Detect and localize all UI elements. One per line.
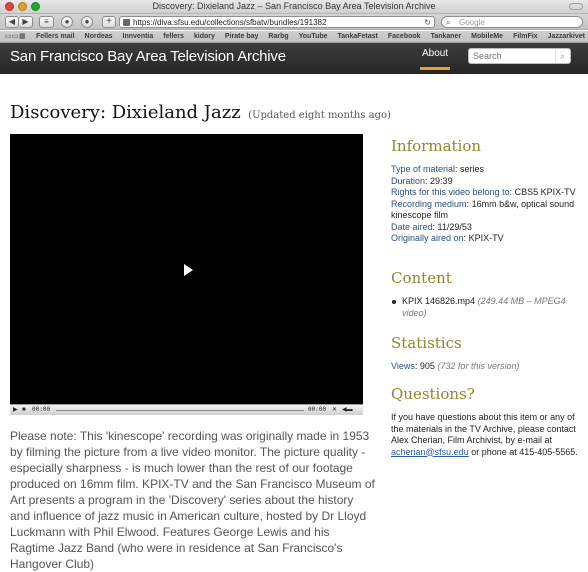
fullscreen-icon[interactable]: ✕	[332, 405, 337, 415]
questions-intro: If you have questions about this item or…	[391, 412, 576, 445]
play-button[interactable]: ▶	[13, 405, 18, 415]
window-title: Discovery: Dixieland Jazz – San Francisc…	[152, 1, 436, 11]
reader-icon: ≡	[44, 17, 49, 26]
type-row: Type of material: series	[391, 164, 485, 174]
medium-row: Recording medium: 16mm b&w, optical soun…	[391, 198, 575, 221]
page-title-text: Discovery: Dixieland Jazz	[10, 102, 241, 123]
bookmark-item[interactable]: Nordeas	[80, 31, 118, 43]
aired-row: Originally aired on: KPIX-TV	[391, 233, 504, 243]
rights-label: Rights for this video belong to	[391, 187, 510, 197]
bookmark-item[interactable]: Facebook	[383, 31, 426, 43]
site-search-input[interactable]	[473, 50, 553, 62]
video-player[interactable]: ▶ ■ 00:00 00:00 ✕ ◀▬	[10, 134, 363, 415]
information-heading: Information	[391, 137, 482, 155]
questions-heading: Questions?	[391, 385, 475, 403]
questions-text: If you have questions about this item or…	[391, 412, 581, 458]
bookmark-item[interactable]: MobileMe	[466, 31, 508, 43]
bookmark-item[interactable]: kidory	[189, 31, 220, 43]
toolbar-toggle-button[interactable]	[569, 3, 583, 10]
views-label: Views	[391, 361, 415, 371]
site-favicon-icon	[123, 19, 130, 26]
bookmark-item[interactable]: YouTube	[294, 31, 333, 43]
plus-icon: +	[106, 16, 112, 27]
bookmark-item[interactable]: Pirate bay	[220, 31, 263, 43]
add-bookmark-button[interactable]: +	[102, 16, 116, 28]
site-header: San Francisco Bay Area Television Archiv…	[0, 43, 588, 74]
browser-search-placeholder: Google	[459, 18, 485, 27]
history-button[interactable]: ●	[61, 16, 73, 28]
search-submit-button[interactable]: ⌕	[555, 50, 569, 62]
bookmark-item[interactable]: TankaFetast	[333, 31, 383, 43]
back-arrow-icon: ◀	[8, 17, 16, 26]
duration-value: 29:39	[430, 175, 453, 186]
address-text[interactable]: https://diva.sfsu.edu/collections/sfbatv…	[133, 17, 326, 28]
date-value: 11/29/53	[437, 221, 472, 232]
seek-bar[interactable]	[56, 410, 304, 411]
medium-label: Recording medium	[391, 198, 467, 209]
aired-label: Originally aired on	[391, 233, 464, 243]
bullet-icon	[392, 300, 396, 304]
duration-label: Duration	[391, 175, 426, 186]
bookmark-item[interactable]: Fellers mail	[31, 31, 80, 43]
back-button[interactable]: ◀	[5, 16, 19, 28]
content-heading: Content	[391, 269, 452, 287]
rights-row: Rights for this video belong to: CBS5 KP…	[391, 187, 576, 197]
current-time: 00:00	[32, 406, 51, 413]
window-titlebar: Discovery: Dixieland Jazz – San Francisc…	[0, 0, 588, 14]
nav-about-link[interactable]: About	[422, 48, 448, 59]
magnifier-icon: ⌕	[559, 51, 566, 61]
bookmark-item[interactable]: fellers	[158, 31, 189, 43]
play-icon[interactable]	[184, 264, 193, 276]
duration-time: 00:00	[308, 406, 327, 413]
information-list: Type of material: series Duration: 29:39…	[391, 164, 581, 245]
duration-row: Duration: 29:39	[391, 175, 453, 186]
browser-toolbar: ◀ ▶ ≡ ● ● + https://diva.sfsu.edu/collec…	[0, 14, 588, 30]
updated-note: (Updated eight months ago)	[248, 110, 391, 121]
bookmark-list: Fellers mail Nordeas Innventia fellers k…	[31, 31, 588, 43]
reload-icon[interactable]: ↻	[424, 17, 431, 28]
file-name-link[interactable]: KPIX 146826.mp4	[402, 296, 475, 306]
history-icon: ●	[64, 17, 70, 26]
views-row: Views: 905 (732 for this version)	[391, 361, 520, 371]
views-version: (732 for this version)	[437, 361, 520, 371]
stop-button[interactable]: ■	[22, 405, 26, 415]
statistics-heading: Statistics	[391, 334, 462, 352]
forward-button[interactable]: ▶	[19, 16, 33, 28]
bookmark-item[interactable]: FilmFix	[508, 31, 543, 43]
bookmark-item[interactable]: Innventia	[118, 31, 159, 43]
page-title: Discovery: Dixieland Jazz (Updated eight…	[10, 102, 391, 123]
bookmarks-bar: ▭▭ ▦ Fellers mail Nordeas Innventia fell…	[0, 31, 588, 43]
email-link[interactable]: acherian@sfsu.edu	[391, 447, 469, 457]
bookmark-item[interactable]: Rarbg	[263, 31, 293, 43]
type-value: series	[460, 164, 485, 174]
bookmark-item[interactable]: Jazzarkivet	[543, 31, 588, 43]
active-nav-indicator	[420, 67, 450, 70]
content-file-item: KPIX 146826.mp4 (249.44 MB – MPEG4 video…	[391, 296, 581, 319]
player-controls: ▶ ■ 00:00 00:00 ✕ ◀▬	[10, 404, 363, 415]
search-icon: ⌕	[446, 18, 451, 27]
site-search-box: ⌕	[468, 48, 571, 64]
top-sites-grid-icon[interactable]: ▦	[19, 32, 26, 41]
site-title-link[interactable]: San Francisco Bay Area Television Archiv…	[10, 48, 286, 65]
bookmark-item[interactable]: Tankaner	[426, 31, 467, 43]
forward-arrow-icon: ▶	[22, 17, 29, 26]
browser-search-field[interactable]: ⌕ Google	[441, 16, 583, 28]
sync-icon: ●	[84, 17, 90, 26]
aired-value: KPIX-TV	[468, 233, 504, 243]
address-bar[interactable]: https://diva.sfsu.edu/collections/sfbatv…	[119, 16, 435, 28]
type-label: Type of material	[391, 164, 456, 174]
date-label: Date aired	[391, 221, 433, 232]
views-value: 905	[419, 361, 435, 371]
video-description: Please note: This 'kinescope' recording …	[10, 429, 375, 571]
date-row: Date aired: 11/29/53	[391, 221, 472, 232]
volume-icon[interactable]: ◀▬	[342, 405, 353, 415]
reader-button[interactable]: ≡	[39, 16, 54, 28]
questions-phone: or phone at 415-405-5565.	[468, 446, 578, 457]
bookmarks-book-icon[interactable]: ▭▭	[5, 32, 18, 41]
rights-value: CBS5 KPIX-TV	[514, 187, 576, 197]
sync-button[interactable]: ●	[81, 16, 93, 28]
